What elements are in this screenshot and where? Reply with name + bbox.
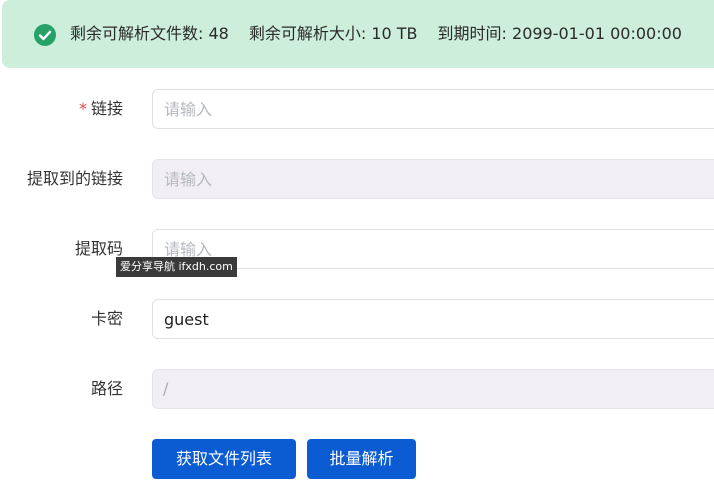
form-row-link: * 链接	[0, 89, 714, 129]
path-input	[152, 369, 714, 409]
get-file-list-button[interactable]: 获取文件列表	[152, 439, 296, 479]
form-row-path: 路径 /	[0, 369, 714, 409]
remaining-files-text: 剩余可解析文件数: 48	[70, 24, 229, 43]
check-circle-icon	[33, 23, 57, 47]
link-label: * 链接	[79, 97, 123, 121]
expire-time-text: 到期时间: 2099-01-01 00:00:00	[437, 24, 682, 43]
form-row-card-key: 卡密	[0, 299, 714, 339]
card-key-label: 卡密	[90, 309, 123, 328]
batch-parse-button[interactable]: 批量解析	[307, 439, 416, 479]
required-mark: *	[78, 99, 87, 118]
extracted-link-input	[152, 159, 714, 199]
form-row-extracted-link: 提取到的链接	[0, 159, 714, 199]
remaining-size-text: 剩余可解析大小: 10 TB	[248, 24, 418, 43]
path-label: 路径	[90, 379, 123, 398]
quota-alert: 剩余可解析文件数: 48 剩余可解析大小: 10 TB 到期时间: 2099-01-…	[2, 0, 714, 68]
card-key-input[interactable]	[152, 299, 714, 339]
form-row-extract-code: 提取码	[0, 229, 714, 269]
watermark: 爱分享导航 ifxdh.com	[116, 257, 237, 277]
link-label-text: 链接	[90, 99, 123, 118]
alert-text: 剩余可解析文件数: 48 剩余可解析大小: 10 TB 到期时间: 2099-01-…	[70, 22, 702, 46]
link-input[interactable]	[152, 89, 714, 129]
path-value: /	[163, 379, 169, 398]
extracted-link-label: 提取到的链接	[26, 169, 123, 188]
